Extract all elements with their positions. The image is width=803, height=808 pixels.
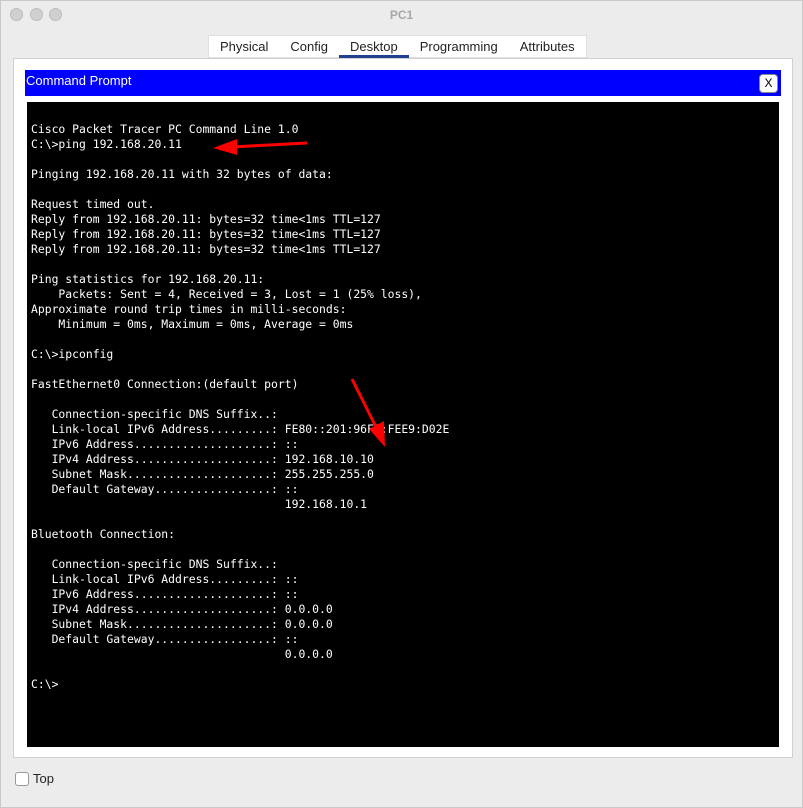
terminal-line: IPv6 Address....................: :: <box>31 437 299 451</box>
terminal-line: IPv4 Address....................: 192.16… <box>31 452 374 466</box>
command-prompt-close-button[interactable]: X <box>759 74 778 93</box>
terminal-line: Subnet Mask.....................: 255.25… <box>31 467 374 481</box>
terminal-lines: Cisco Packet Tracer PC Command Line 1.0 C… <box>31 122 449 692</box>
top-option: Top <box>15 771 54 786</box>
terminal-line: Default Gateway.................: :: <box>31 632 299 646</box>
terminal-line: C:\>ping 192.168.20.11 <box>31 137 182 151</box>
terminal-line: Connection-specific DNS Suffix..: <box>31 557 278 571</box>
terminal-line: Minimum = 0ms, Maximum = 0ms, Average = … <box>31 317 354 331</box>
tab-desktop[interactable]: Desktop <box>339 36 409 58</box>
terminal-line: Link-local IPv6 Address.........: :: <box>31 572 299 586</box>
terminal-line: IPv4 Address....................: 0.0.0.… <box>31 602 333 616</box>
tab-config[interactable]: Config <box>279 36 339 58</box>
terminal-line: C:\>ipconfig <box>31 347 114 361</box>
terminal-line: Bluetooth Connection: <box>31 527 176 541</box>
top-label: Top <box>33 771 54 786</box>
terminal-line: Pinging 192.168.20.11 with 32 bytes of d… <box>31 167 333 181</box>
tab-physical[interactable]: Physical <box>209 36 279 58</box>
top-checkbox[interactable] <box>15 771 29 786</box>
pc1-window: PC1 Physical Config Desktop Programming … <box>0 0 803 808</box>
terminal-line: Connection-specific DNS Suffix..: <box>31 407 278 421</box>
tab-attributes[interactable]: Attributes <box>509 36 586 58</box>
terminal-line: Reply from 192.168.20.11: bytes=32 time<… <box>31 212 381 226</box>
tab-bar: Physical Config Desktop Programming Attr… <box>208 35 587 58</box>
command-prompt-title: Command Prompt <box>26 73 132 88</box>
terminal-line: Cisco Packet Tracer PC Command Line 1.0 <box>31 122 299 136</box>
terminal-line: Link-local IPv6 Address.........: FE80::… <box>31 422 450 436</box>
terminal-output[interactable]: Cisco Packet Tracer PC Command Line 1.0 C… <box>27 102 779 747</box>
terminal-line: Default Gateway.................: :: <box>31 482 299 496</box>
command-prompt-titlebar: Command Prompt X <box>25 70 781 96</box>
terminal-line: 192.168.10.1 <box>31 497 368 511</box>
terminal-line: IPv6 Address....................: :: <box>31 587 299 601</box>
terminal-line: C:\> <box>31 677 59 691</box>
terminal-line: Request timed out. <box>31 197 155 211</box>
terminal-line: Reply from 192.168.20.11: bytes=32 time<… <box>31 242 381 256</box>
terminal-line: 0.0.0.0 <box>31 647 333 661</box>
terminal-line: FastEthernet0 Connection:(default port) <box>31 377 299 391</box>
terminal-line: Ping statistics for 192.168.20.11: <box>31 272 265 286</box>
window-title: PC1 <box>389 8 414 22</box>
window-titlebar: PC1 <box>1 1 802 29</box>
desktop-panel: Command Prompt X Cisco Packet Tracer PC … <box>13 58 793 758</box>
terminal-line: Approximate round trip times in milli-se… <box>31 302 347 316</box>
tab-programming[interactable]: Programming <box>409 36 509 58</box>
terminal-line: Reply from 192.168.20.11: bytes=32 time<… <box>31 227 381 241</box>
terminal-line: Packets: Sent = 4, Received = 3, Lost = … <box>31 287 422 301</box>
terminal-line: Subnet Mask.....................: 0.0.0.… <box>31 617 333 631</box>
